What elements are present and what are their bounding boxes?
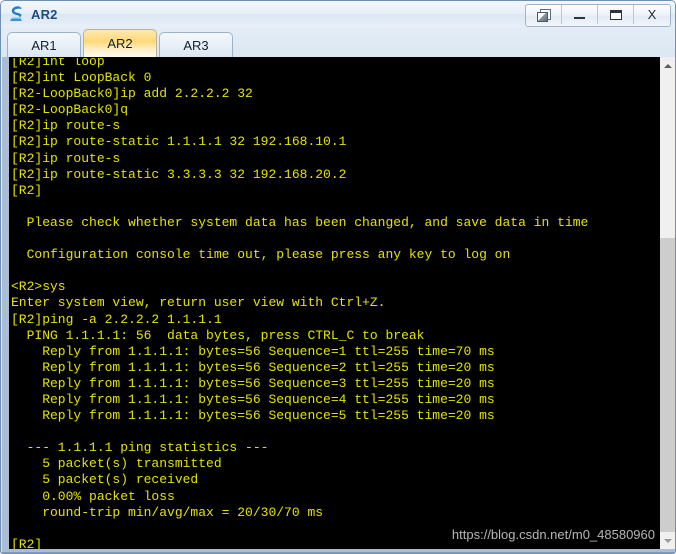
chevron-up-icon	[664, 63, 672, 68]
console-output[interactable]: [R2]int loop [R2]int LoopBack 0 [R2-Loop…	[9, 57, 659, 549]
restore-windows-button[interactable]	[526, 5, 562, 24]
tab-ar3-label: AR3	[183, 37, 209, 53]
scrollbar-thumb[interactable]	[660, 238, 675, 538]
maximize-icon	[609, 9, 622, 20]
tab-ar3[interactable]: AR3	[159, 32, 233, 57]
terminal-area: [R2]int loop [R2]int LoopBack 0 [R2-Loop…	[2, 57, 675, 553]
tab-ar2[interactable]: AR2	[83, 29, 157, 57]
terminal-window: AR2 X AR1 AR2 AR3 [R2]int loop [R2]int L…	[0, 0, 676, 554]
scroll-down-button[interactable]	[660, 532, 675, 549]
minimize-button[interactable]	[562, 5, 598, 24]
tab-strip: AR1 AR2 AR3	[1, 27, 675, 57]
tab-ar1[interactable]: AR1	[7, 32, 81, 57]
window-controls: X	[525, 4, 671, 27]
router-icon	[8, 5, 25, 23]
tab-ar2-label: AR2	[107, 36, 133, 51]
console-scrollbar[interactable]	[659, 57, 675, 549]
scroll-up-button[interactable]	[660, 57, 675, 74]
console-text: [R2]int loop [R2]int LoopBack 0 [R2-Loop…	[11, 57, 589, 549]
maximize-button[interactable]	[598, 5, 634, 24]
title-bar-left: AR2	[1, 5, 58, 23]
close-icon: X	[647, 7, 657, 22]
minimize-icon	[574, 17, 585, 19]
title-bar[interactable]: AR2 X	[1, 1, 675, 27]
close-button[interactable]: X	[634, 5, 670, 24]
window-bottom-edge	[1, 552, 675, 553]
cascade-windows-icon	[537, 8, 551, 22]
window-title: AR2	[31, 6, 58, 22]
chevron-down-icon	[664, 538, 672, 543]
tab-ar1-label: AR1	[31, 37, 57, 53]
